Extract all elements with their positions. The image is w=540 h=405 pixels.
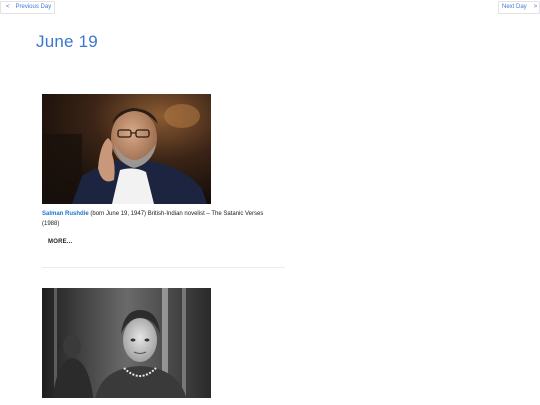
next-day-label: Next Day — [502, 4, 527, 10]
birthday-entry: Salman Rushdie (born June 19, 1947) Brit… — [42, 94, 287, 248]
more-link[interactable]: MORE... — [48, 239, 72, 245]
chevron-right-icon: > — [533, 4, 538, 10]
previous-day-label: Previous Day — [15, 4, 52, 10]
entry-divider — [42, 267, 285, 268]
person-name-link[interactable]: Salman Rushdie — [42, 211, 89, 217]
author-photo[interactable] — [42, 288, 211, 398]
birthday-entry — [42, 288, 287, 398]
page-title: June 19 — [36, 32, 98, 51]
next-day-button[interactable]: Next Day > — [498, 1, 540, 14]
entry-caption: Salman Rushdie (born June 19, 1947) Brit… — [42, 209, 282, 229]
chevron-left-icon: < — [6, 4, 10, 10]
author-photo[interactable] — [42, 94, 211, 204]
previous-day-button[interactable]: < Previous Day — [0, 1, 55, 14]
